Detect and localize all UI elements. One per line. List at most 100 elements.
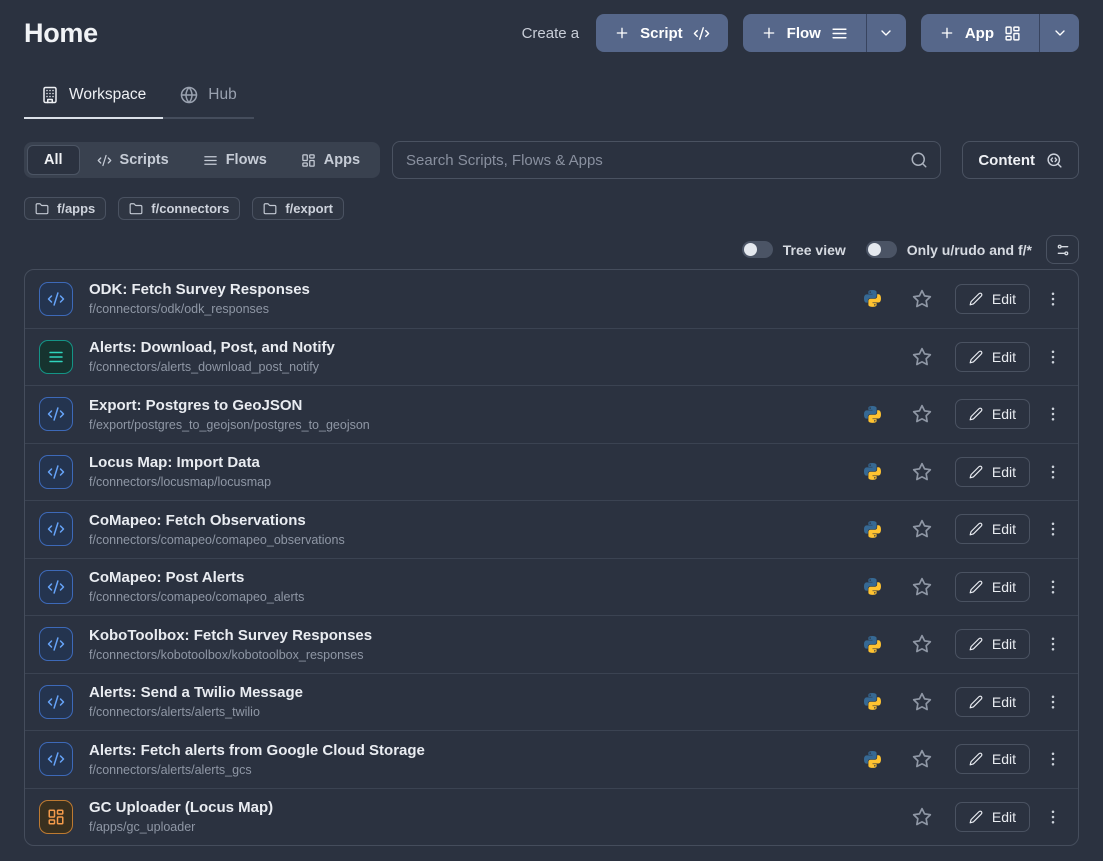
create-flow-label: Flow [787,25,821,42]
more-options-button[interactable] [1042,463,1064,481]
edit-button[interactable]: Edit [955,572,1030,602]
search-icon [910,151,928,169]
display-settings-button[interactable] [1046,235,1079,264]
more-options-button[interactable] [1042,405,1064,423]
app-grid-icon [47,808,65,826]
python-badge [864,521,881,538]
create-script-button[interactable]: Script [596,14,728,52]
favorite-star-button[interactable] [912,404,932,424]
pencil-icon [969,637,983,651]
create-app-dropdown-button[interactable] [1039,14,1079,52]
edit-button-label: Edit [992,751,1016,767]
item-actions: Edit [864,399,1064,429]
script-code-icon [47,635,65,653]
more-options-button[interactable] [1042,348,1064,366]
filter-apps[interactable]: Apps [284,145,377,175]
list-item[interactable]: Export: Postgres to GeoJSON f/export/pos… [25,385,1078,443]
kebab-menu-icon [1044,405,1062,423]
edit-button[interactable]: Edit [955,457,1030,487]
item-title: ODK: Fetch Survey Responses [89,281,310,298]
edit-button[interactable]: Edit [955,802,1030,832]
favorite-star-button[interactable] [912,289,932,309]
star-icon [912,519,932,539]
edit-button[interactable]: Edit [955,744,1030,774]
favorite-star-button[interactable] [912,807,932,827]
edit-button-label: Edit [992,464,1016,480]
top-bar: Home Create a Script Flow [24,0,1079,52]
edit-button-label: Edit [992,349,1016,365]
more-options-button[interactable] [1042,808,1064,826]
list-item[interactable]: GC Uploader (Locus Map) f/apps/gc_upload… [25,788,1078,846]
item-text: ODK: Fetch Survey Responses f/connectors… [89,281,310,316]
owner-filter-label: Only u/rudo and f/* [907,242,1032,258]
kebab-menu-icon [1044,520,1062,538]
create-app-split: App [921,14,1079,52]
plus-icon [761,25,777,41]
code-icon [97,153,112,168]
create-flow-dropdown-button[interactable] [866,14,906,52]
list-item[interactable]: Locus Map: Import Data f/connectors/locu… [25,443,1078,501]
edit-button[interactable]: Edit [955,342,1030,372]
owner-filter-toggle[interactable] [866,241,897,258]
home-page: Home Create a Script Flow [0,0,1103,846]
edit-button[interactable]: Edit [955,629,1030,659]
tab-hub[interactable]: Hub [163,86,253,117]
more-options-button[interactable] [1042,520,1064,538]
list-item[interactable]: Alerts: Send a Twilio Message f/connecto… [25,673,1078,731]
list-item[interactable]: ODK: Fetch Survey Responses f/connectors… [25,270,1078,328]
item-type-icon [39,742,73,776]
star-icon [912,404,932,424]
search-input[interactable] [392,141,941,179]
item-title: KoboToolbox: Fetch Survey Responses [89,627,372,644]
filter-row: All Scripts Flows Apps Content [24,141,1079,179]
star-icon [912,807,932,827]
favorite-star-button[interactable] [912,749,932,769]
pencil-icon [969,580,983,594]
favorite-star-button[interactable] [912,347,932,367]
favorite-star-button[interactable] [912,519,932,539]
tree-view-toggle[interactable] [742,241,773,258]
edit-button[interactable]: Edit [955,284,1030,314]
filter-scripts[interactable]: Scripts [80,145,186,175]
more-options-button[interactable] [1042,750,1064,768]
filter-scripts-label: Scripts [120,152,169,168]
folder-chip-label: f/apps [57,201,95,216]
filter-flows[interactable]: Flows [186,145,284,175]
item-actions: Edit [864,687,1064,717]
create-flow-button[interactable]: Flow [743,14,866,52]
list-item[interactable]: Alerts: Fetch alerts from Google Cloud S… [25,730,1078,788]
flow-lines-icon [47,348,65,366]
list-item[interactable]: Alerts: Download, Post, and Notify f/con… [25,328,1078,386]
tab-workspace[interactable]: Workspace [24,86,163,117]
folder-chip-export[interactable]: f/export [252,197,344,220]
favorite-star-button[interactable] [912,692,932,712]
favorite-star-button[interactable] [912,577,932,597]
more-options-button[interactable] [1042,290,1064,308]
list-item[interactable]: CoMapeo: Post Alerts f/connectors/comape… [25,558,1078,616]
favorite-star-button[interactable] [912,634,932,654]
content-search-button[interactable]: Content [962,141,1079,179]
item-path: f/connectors/comapeo/comapeo_observation… [89,533,345,547]
edit-button[interactable]: Edit [955,514,1030,544]
kebab-menu-icon [1044,635,1062,653]
more-options-button[interactable] [1042,578,1064,596]
more-options-button[interactable] [1042,635,1064,653]
edit-button[interactable]: Edit [955,687,1030,717]
folder-chip-connectors[interactable]: f/connectors [118,197,240,220]
toggle-knob [744,243,757,256]
kebab-menu-icon [1044,578,1062,596]
star-icon [912,347,932,367]
create-button-group: Create a Script Flow [522,14,1079,52]
list-item[interactable]: KoboToolbox: Fetch Survey Responses f/co… [25,615,1078,673]
create-app-button[interactable]: App [921,14,1039,52]
app-grid-icon [1004,25,1021,42]
filter-all-label: All [44,152,63,168]
list-item[interactable]: CoMapeo: Fetch Observations f/connectors… [25,500,1078,558]
folder-chip-apps[interactable]: f/apps [24,197,106,220]
more-options-button[interactable] [1042,693,1064,711]
edit-button-label: Edit [992,291,1016,307]
filter-all[interactable]: All [27,145,80,175]
folder-chip-label: f/export [285,201,333,216]
edit-button[interactable]: Edit [955,399,1030,429]
favorite-star-button[interactable] [912,462,932,482]
